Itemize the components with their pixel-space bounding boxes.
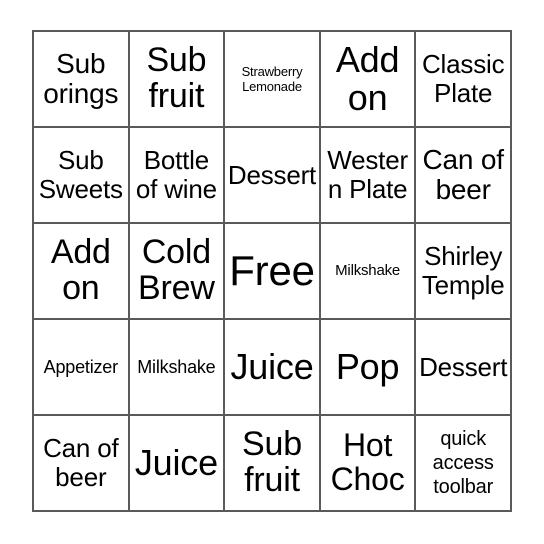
bingo-cell-r2-c1[interactable]: Sub Sweets bbox=[34, 128, 130, 224]
bingo-cell-r5-c3[interactable]: Sub fruit bbox=[225, 416, 321, 512]
bingo-cell-r5-c2[interactable]: Juice bbox=[129, 416, 226, 512]
bingo-cell-r2-c5[interactable]: Can of beer bbox=[416, 128, 512, 224]
bingo-cell-r2-c3[interactable]: Dessert bbox=[225, 128, 321, 224]
bingo-cell-r1-c5[interactable]: Classic Plate bbox=[416, 32, 512, 128]
bingo-cell-r1-c2[interactable]: Sub fruit bbox=[129, 32, 226, 128]
bingo-cell-r3-c1[interactable]: Add on bbox=[34, 224, 130, 320]
bingo-cell-r3-c2[interactable]: Cold Brew bbox=[129, 224, 226, 320]
bingo-cell-r2-c4[interactable]: Western Plate bbox=[320, 128, 417, 224]
bingo-cell-r5-c5[interactable]: quick access toolbar bbox=[416, 416, 512, 512]
bingo-cell-r5-c4[interactable]: Hot Choc bbox=[320, 416, 417, 512]
bingo-cell-r2-c2[interactable]: Bottle of wine bbox=[129, 128, 226, 224]
bingo-cell-r1-c3[interactable]: Strawberry Lemonade bbox=[225, 32, 321, 128]
bingo-cell-r1-c4[interactable]: Add on bbox=[320, 32, 417, 128]
bingo-card: Sub orings Sub fruit Strawberry Lemonade Ad… bbox=[32, 30, 512, 512]
bingo-cell-r3-c5[interactable]: Shirley Temple bbox=[416, 224, 512, 320]
bingo-cell-r4-c3[interactable]: Juice bbox=[225, 320, 321, 416]
bingo-cell-r4-c4[interactable]: Pop bbox=[320, 320, 417, 416]
bingo-cell-r4-c1[interactable]: Appetizer bbox=[34, 320, 130, 416]
bingo-cell-free-space[interactable]: Free bbox=[225, 224, 321, 320]
bingo-cell-r4-c2[interactable]: Milkshake bbox=[129, 320, 226, 416]
bingo-cell-r5-c1[interactable]: Can of beer bbox=[34, 416, 130, 512]
bingo-cell-r1-c1[interactable]: Sub orings bbox=[34, 32, 130, 128]
bingo-cell-r4-c5[interactable]: Dessert bbox=[416, 320, 512, 416]
bingo-cell-r3-c4[interactable]: Milkshake bbox=[320, 224, 417, 320]
